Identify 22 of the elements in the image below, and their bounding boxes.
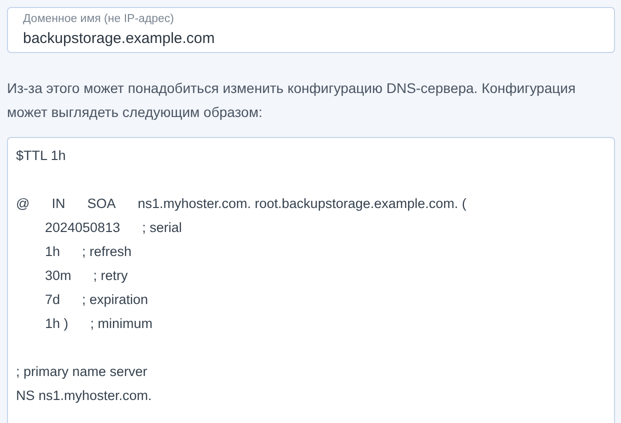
config-token: ; retry (93, 268, 128, 282)
config-token: IN (52, 196, 66, 210)
config-token: ; primary name server (16, 364, 148, 378)
config-token: @ (16, 196, 30, 210)
config-token: SOA (87, 196, 116, 210)
config-token: 7d (45, 292, 60, 306)
config-text-area[interactable]: $TTL 1h @ IN SOA ns1.myhoster.com. root.backupstorage.example.com. ( 2024050813 ; serial 1h ; refresh 30m ; retry 7d ; expiration 1h ) ; minimum ; primary name server NS ns1.myhoster.com. (7, 137, 615, 423)
config-token: ; expiration (82, 292, 148, 306)
domain-field[interactable]: Доменное имя (не IP-адрес) backupstorage.example.com (7, 7, 615, 53)
config-token: NS ns1.myhoster.com. (16, 388, 152, 402)
config-token: 2024050813 (45, 220, 120, 234)
config-token: ; refresh (82, 244, 132, 258)
config-token: ; minimum (90, 316, 153, 330)
description-text: Из-за этого может понадобиться изменить конфигурацию DNS-сервера. Конфигурация может выглядеть следующим образом: (7, 79, 577, 122)
config-token: 1h ) (45, 316, 68, 330)
domain-input[interactable]: backupstorage.example.com (23, 30, 599, 47)
config-token: 30m (45, 268, 72, 282)
config-token: 1h (45, 244, 60, 258)
field-label: Доменное имя (не IP-адрес) (23, 12, 175, 26)
config-token: $TTL 1h (16, 148, 66, 162)
config-token: ; serial (142, 220, 182, 234)
config-token: ns1.myhoster.com. root.backupstorage.example.com. ( (138, 196, 466, 210)
